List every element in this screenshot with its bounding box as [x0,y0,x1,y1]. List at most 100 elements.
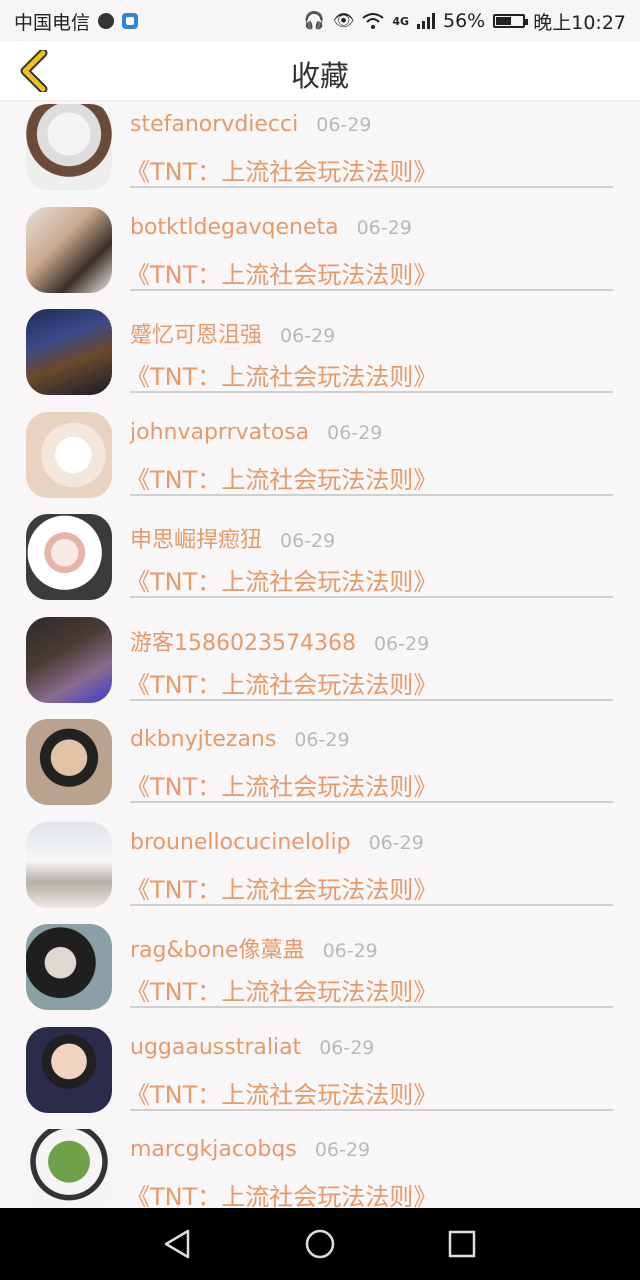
avatar[interactable] [26,411,112,498]
item-meta: marcgkjacobqs 06-29 [130,1137,370,1169]
carrier-label: 中国电信 [14,11,91,34]
item-title[interactable]: 《TNT：上流社会玩法法则》 [126,357,437,392]
item-date: 06-29 [294,729,350,751]
navigation-bar [0,1208,640,1280]
item-meta: rag&bone像藁蛊 06-29 [130,932,378,964]
list-item[interactable]: dkbnyjtezans 06-29 《TNT：上流社会玩法法则》 [0,715,640,817]
status-bar-left: 中国电信 [14,8,139,35]
battery-icon [493,14,529,28]
user-name[interactable]: 蹙忆可恩沮强 [130,317,262,349]
user-name[interactable]: marcgkjacobqs [130,1137,297,1162]
list-item[interactable]: 游客1586023574368 06-29 《TNT：上流社会玩法法则》 [0,613,640,715]
list-item[interactable]: johnvaprrvatosa 06-29 《TNT：上流社会玩法法则》 [0,408,640,510]
favorites-screen: 中国电信 🎧 👁 4G 56% 晚上10:27 收藏 stefanorvdiec… [0,0,640,1280]
user-name[interactable]: 申思崛捍瘛狃 [130,522,262,554]
list-item[interactable]: botktldegavqeneta 06-29 《TNT：上流社会玩法法则》 [0,203,640,305]
avatar[interactable] [26,1129,112,1208]
item-meta: botktldegavqeneta 06-29 [130,215,412,247]
user-name[interactable]: 游客1586023574368 [130,625,356,657]
eye-icon: 👁 [332,11,355,31]
avatar[interactable] [26,309,112,395]
item-title[interactable]: 《TNT：上流社会玩法法则》 [126,972,437,1007]
row-divider [130,801,613,803]
item-title[interactable]: 《TNT：上流社会玩法法则》 [126,767,437,802]
row-divider [130,596,613,598]
item-title[interactable]: 《TNT：上流社会玩法法则》 [126,255,437,290]
item-date: 06-29 [280,325,336,347]
item-date: 06-29 [319,1036,375,1059]
avatar[interactable] [26,104,112,190]
item-date: 06-29 [280,530,336,552]
avatar[interactable] [26,206,112,293]
item-title[interactable]: 《TNT：上流社会玩法法则》 [126,665,437,700]
shield-app-icon [122,13,139,29]
user-name[interactable]: rag&bone像藁蛊 [130,932,305,964]
avatar[interactable] [26,514,112,600]
item-date: 06-29 [322,940,378,962]
item-date: 06-29 [316,114,372,136]
item-title[interactable]: 《TNT：上流社会玩法法则》 [126,1177,437,1208]
list-item[interactable]: marcgkjacobqs 06-29 《TNT：上流社会玩法法则》 [0,1125,640,1208]
item-title[interactable]: 《TNT：上流社会玩法法则》 [126,870,437,905]
back-triangle-icon [164,1229,190,1259]
user-name[interactable]: uggaausstraliat [130,1035,301,1060]
globe-icon [98,13,115,29]
nav-back-button[interactable] [158,1224,198,1264]
row-divider [130,1108,613,1111]
row-divider [130,903,613,906]
row-divider [130,186,613,188]
network-type-label: 4G [392,14,409,28]
list-item[interactable]: stefanorvdiecci 06-29 《TNT：上流社会玩法法则》 [0,100,640,202]
user-name[interactable]: stefanorvdiecci [130,112,298,137]
avatar[interactable] [26,924,112,1010]
item-meta: 蹙忆可恩沮强 06-29 [130,317,335,349]
headset-icon: 🎧 [303,11,325,31]
favorites-list: stefanorvdiecci 06-29 《TNT：上流社会玩法法则》 botktl… [0,100,640,1208]
item-meta: stefanorvdiecci 06-29 [130,112,371,144]
status-bar-right: 🎧 👁 4G 56% 晚上10:27 [304,8,626,35]
item-date: 06-29 [373,632,430,655]
user-name[interactable]: brounellocucinelolip [130,830,351,855]
chevron-left-icon [20,50,48,92]
avatar[interactable] [26,1026,112,1113]
row-divider [130,288,613,291]
item-meta: 游客1586023574368 06-29 [130,625,429,657]
nav-recents-button[interactable] [442,1224,482,1264]
item-meta: dkbnyjtezans 06-29 [130,727,350,759]
clock: 晚上10:27 [533,11,626,34]
item-date: 06-29 [368,831,424,854]
item-meta: uggaausstraliat 06-29 [130,1035,374,1067]
page-title: 收藏 [290,59,349,93]
user-name[interactable]: dkbnyjtezans [130,727,276,752]
back-button[interactable] [16,50,52,92]
list-item[interactable]: 蹙忆可恩沮强 06-29 《TNT：上流社会玩法法则》 [0,305,640,407]
item-title[interactable]: 《TNT：上流社会玩法法则》 [126,152,437,187]
wifi-icon [362,13,384,29]
list-item[interactable]: brounellocucinelolip 06-29 《TNT：上流社会玩法法则》 [0,818,640,920]
item-meta: brounellocucinelolip 06-29 [130,830,424,862]
avatar[interactable] [26,616,112,703]
item-title[interactable]: 《TNT：上流社会玩法法则》 [126,460,437,495]
battery-percent: 56% [443,10,486,32]
avatar[interactable] [26,821,112,908]
avatar[interactable] [26,719,112,805]
nav-home-button[interactable] [300,1224,340,1264]
list-item[interactable]: 申思崛捍瘛狃 06-29 《TNT：上流社会玩法法则》 [0,510,640,612]
item-meta: johnvaprrvatosa 06-29 [130,420,382,452]
row-divider [130,698,613,701]
home-circle-icon [305,1229,335,1259]
user-name[interactable]: johnvaprrvatosa [130,420,309,445]
item-date: 06-29 [356,216,412,239]
list-item[interactable]: rag&bone像藁蛊 06-29 《TNT：上流社会玩法法则》 [0,920,640,1022]
recents-square-icon [448,1230,476,1258]
row-divider [130,493,613,496]
status-bar: 中国电信 🎧 👁 4G 56% 晚上10:27 [0,0,640,42]
list-item[interactable]: uggaausstraliat 06-29 《TNT：上流社会玩法法则》 [0,1023,640,1125]
row-divider [130,1006,613,1008]
item-title[interactable]: 《TNT：上流社会玩法法则》 [126,562,437,597]
item-date: 06-29 [327,421,383,444]
row-divider [130,391,613,393]
item-title[interactable]: 《TNT：上流社会玩法法则》 [126,1075,437,1110]
title-bar: 收藏 [0,42,640,101]
user-name[interactable]: botktldegavqeneta [130,215,339,240]
